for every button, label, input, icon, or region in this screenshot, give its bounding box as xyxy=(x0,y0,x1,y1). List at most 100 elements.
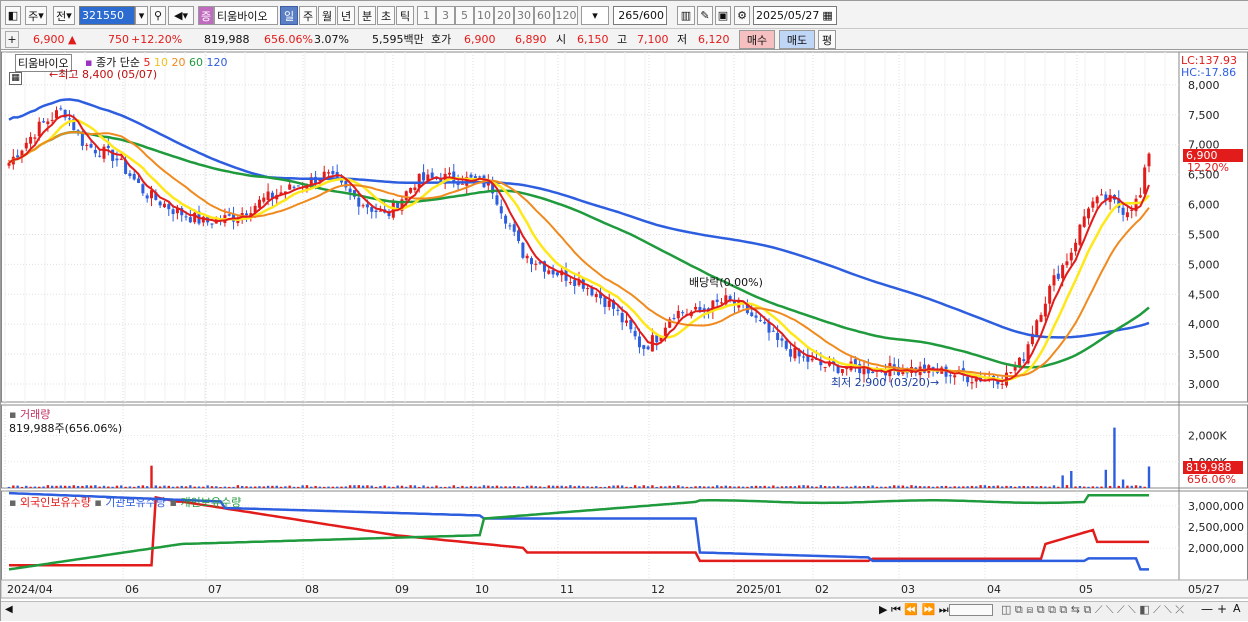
calendar-icon[interactable]: ▦ xyxy=(822,9,832,22)
chart-area[interactable]: 8,0007,5007,0006,5006,0005,5005,0004,500… xyxy=(1,50,1248,622)
count-input[interactable]: 265/600 xyxy=(613,6,667,25)
volume-bar xyxy=(1035,486,1038,488)
volume-bar xyxy=(1078,485,1082,488)
zoom-slider[interactable] xyxy=(949,604,993,616)
candle-body xyxy=(625,320,628,323)
volume-bar xyxy=(1039,486,1043,488)
window-icon[interactable]: ◧ xyxy=(5,6,21,25)
volume-bar xyxy=(150,465,153,488)
tf-day-button[interactable]: 일 xyxy=(280,6,298,25)
eval-button[interactable]: 평 xyxy=(818,30,836,49)
volume-bar xyxy=(275,485,278,488)
interval-5[interactable]: 5 xyxy=(455,6,474,25)
interval-dropdown[interactable]: ▾ xyxy=(581,6,609,25)
interval-60[interactable]: 60 xyxy=(534,6,554,25)
volume-bar xyxy=(379,486,382,488)
candle-body xyxy=(1121,207,1125,215)
date-value: 2025/05/27 xyxy=(756,9,820,22)
volume-bar xyxy=(776,486,779,488)
candle-body xyxy=(210,223,214,225)
volume-bar xyxy=(495,485,499,488)
sell-button[interactable]: 매도 xyxy=(779,30,815,49)
interval-1[interactable]: 1 xyxy=(417,6,436,25)
save-icon[interactable]: ▣ xyxy=(715,6,731,25)
chart-type-icon[interactable]: ▥ xyxy=(677,6,695,25)
sell-label: 매도 xyxy=(786,33,808,47)
interval-120[interactable]: 120 xyxy=(554,6,578,25)
nav-buttons[interactable]: ▶ ⏮ ⏪ ⏩ ⏭ xyxy=(879,603,949,617)
stock-name: 티움바이오 xyxy=(217,9,268,23)
candle-body xyxy=(512,224,516,232)
type-select[interactable]: 주 ▾ xyxy=(25,6,47,25)
volume-bar xyxy=(629,486,633,488)
volume-bar xyxy=(715,485,719,488)
candle-body xyxy=(534,263,538,265)
candle-body xyxy=(262,197,266,202)
volume-bar xyxy=(258,486,261,488)
zoom-out-icon[interactable]: — xyxy=(1201,602,1213,616)
volume-bar xyxy=(284,486,287,488)
scroll-left-icon[interactable]: ◀ xyxy=(5,604,13,615)
candle-body xyxy=(1100,194,1103,196)
interval-10[interactable]: 10 xyxy=(474,6,494,25)
interval-30[interactable]: 30 xyxy=(514,6,534,25)
candle-body xyxy=(162,203,166,208)
volume-bar xyxy=(893,485,896,488)
x-axis-bar xyxy=(1,579,1248,599)
volume-bar xyxy=(76,485,80,488)
candle-body xyxy=(115,158,119,161)
tf-week-button[interactable]: 주 xyxy=(299,6,317,25)
zoom-in-icon[interactable]: + xyxy=(1217,602,1227,616)
candle-body xyxy=(404,191,408,201)
volume-bar xyxy=(772,485,775,488)
auto-scale-icon[interactable]: A xyxy=(1233,602,1241,615)
volume-bar xyxy=(1057,486,1060,488)
expand-icon[interactable]: + xyxy=(5,31,19,48)
volume-bar xyxy=(236,485,240,488)
gear-icon[interactable]: ⚙ xyxy=(734,6,750,25)
volume-bar xyxy=(763,485,766,488)
candle-body xyxy=(1074,242,1078,252)
ma-120: 120 xyxy=(206,56,228,69)
volume-bar xyxy=(197,486,201,488)
tf-year-button[interactable]: 년 xyxy=(337,6,355,25)
volume-bar xyxy=(318,486,322,488)
volume-bar xyxy=(543,486,546,488)
candle-body xyxy=(517,230,521,242)
search-icon[interactable]: ⚲ xyxy=(150,6,166,25)
code-input[interactable]: 321550 xyxy=(79,6,135,25)
volume-bar xyxy=(785,486,788,488)
volume-bar xyxy=(737,486,740,488)
speaker-icon[interactable]: ◀▾ xyxy=(168,6,194,25)
candle-body xyxy=(50,119,54,121)
volume-bar xyxy=(560,485,563,488)
code-dropdown-icon[interactable]: ▾ xyxy=(135,6,148,25)
candle-body xyxy=(67,118,71,120)
volume-bar xyxy=(957,486,961,488)
volume-bar xyxy=(599,486,602,488)
price-tick: 4,000 xyxy=(1188,318,1220,331)
candle-body xyxy=(1138,195,1142,198)
volume-bar xyxy=(966,486,969,488)
volume-bar xyxy=(1065,485,1069,488)
draw-tool-icon[interactable]: ✎ xyxy=(697,6,713,25)
tf-month-button[interactable]: 월 xyxy=(318,6,336,25)
date-input[interactable]: 2025/05/27 ▦ xyxy=(753,6,837,25)
tf-week-label: 주 xyxy=(302,9,314,23)
volume-bar xyxy=(677,485,680,488)
stock-name-field[interactable]: 티움바이오 xyxy=(214,6,278,25)
candle-body xyxy=(452,171,456,182)
buy-button[interactable]: 매수 xyxy=(739,30,775,49)
tf-min-button[interactable]: 분 xyxy=(358,6,376,25)
tf-tick-button[interactable]: 틱 xyxy=(396,6,414,25)
interval-20[interactable]: 20 xyxy=(494,6,514,25)
volume-bar xyxy=(517,486,520,488)
candle-body xyxy=(637,336,641,348)
interval-3[interactable]: 3 xyxy=(436,6,455,25)
type-label: 주 xyxy=(28,9,39,23)
volume-bar xyxy=(927,486,930,488)
period-select[interactable]: 전 ▾ xyxy=(53,6,75,25)
tf-sec-button[interactable]: 초 xyxy=(377,6,395,25)
tool-icons[interactable]: ◫ ⧉ ⧈ ⧉ ⧉ ⧉ ⇆ ⧉ ⟋ ⟍ ⟋ ⟍ ◧ ⟋ ⟍ ⤫ xyxy=(1001,603,1184,617)
grid-icon[interactable]: ▦ xyxy=(9,72,22,85)
